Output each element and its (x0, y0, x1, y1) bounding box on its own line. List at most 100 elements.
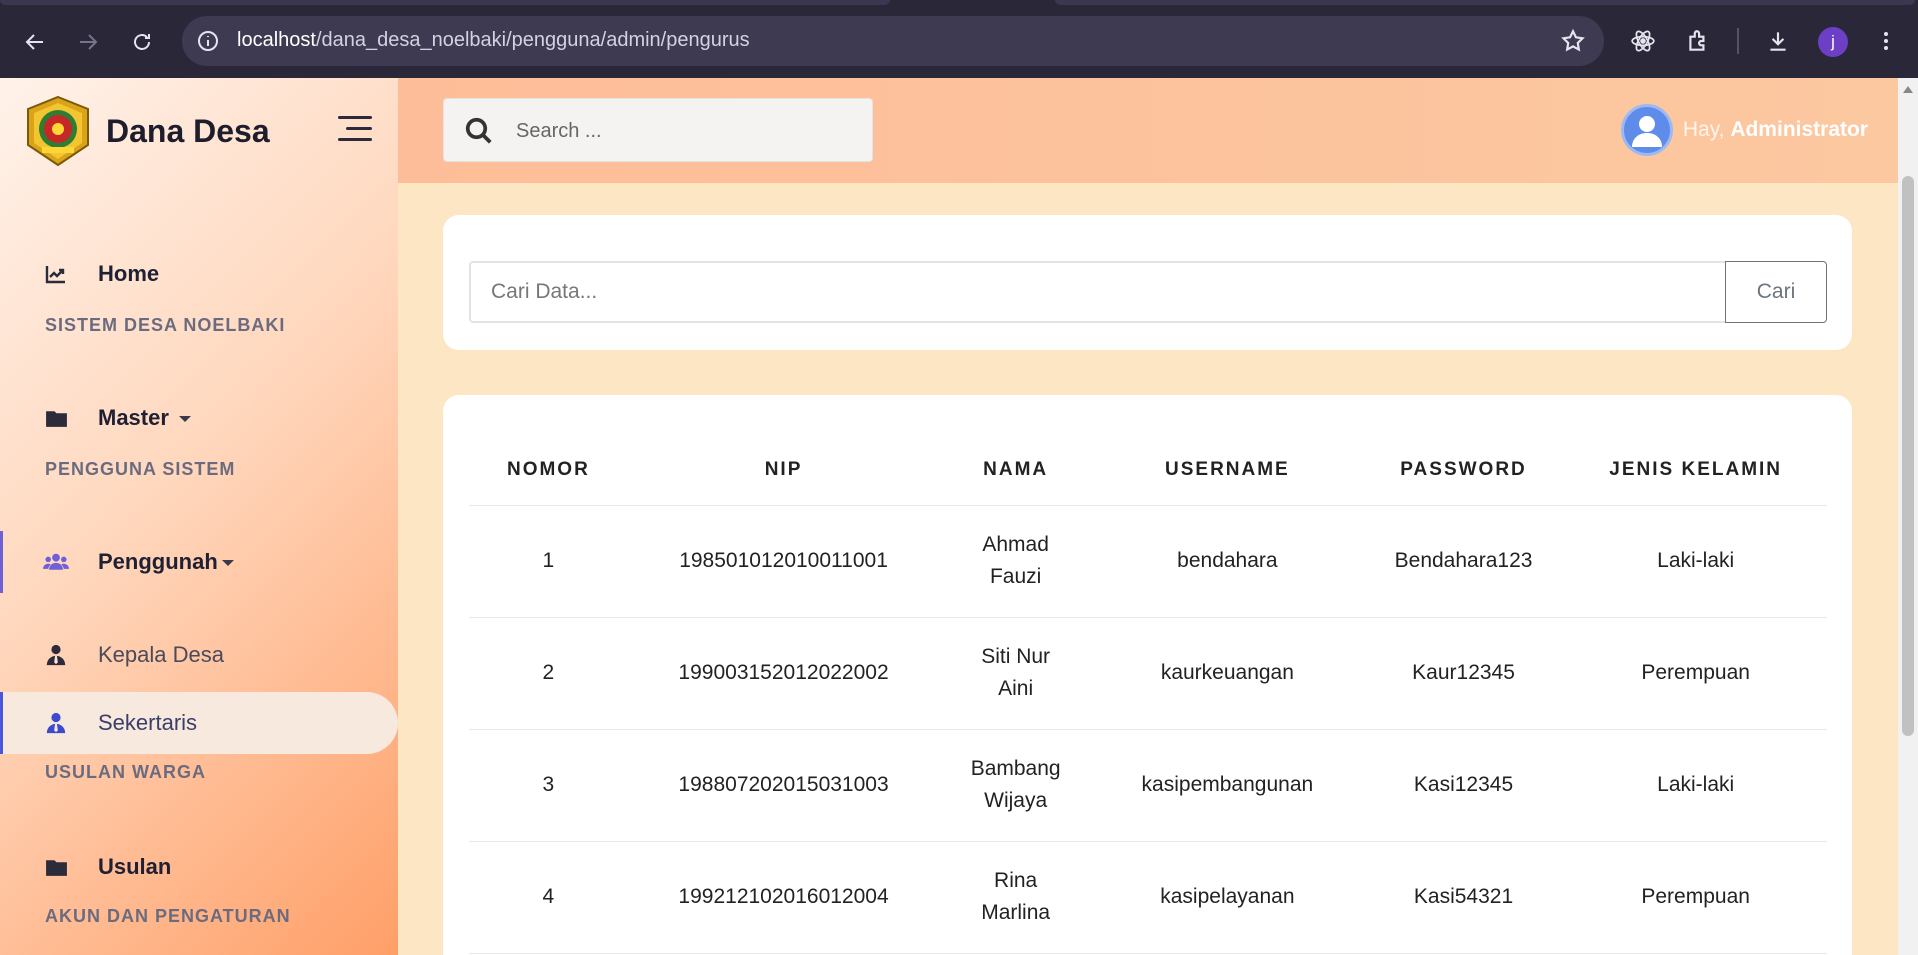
header: Hay, Administrator (398, 78, 1898, 183)
chevron-down-icon (222, 560, 234, 566)
header-search[interactable] (443, 98, 873, 162)
chevron-down-icon (179, 416, 191, 422)
profile-avatar[interactable]: j (1818, 27, 1848, 57)
cell-nip: 199212102016012004 (627, 841, 940, 954)
greeting: Hay, Administrator (1683, 118, 1868, 142)
cell-nama: Siti Nur Aini (939, 617, 1092, 730)
cell-username: bendahara (1091, 505, 1363, 618)
folder-icon (43, 854, 69, 880)
filter-card: Cari (443, 215, 1852, 350)
tab[interactable] (0, 0, 890, 5)
section-pengguna: PENGGUNA SISTEM (45, 459, 236, 479)
nama-text: Rina Marlina (981, 869, 1051, 924)
cell-password: Kaur12345 (1362, 617, 1565, 730)
search-icon (465, 117, 492, 144)
url-path: /dana_desa_noelbaki/pengguna/admin/pengu… (315, 29, 750, 51)
download-icon[interactable] (1762, 25, 1794, 57)
cell-jenis-kelamin: Laki-laki (1564, 729, 1827, 842)
sidebar-item-master[interactable]: Master (0, 387, 398, 449)
sidebar: Dana Desa Home SISTEM DESA NOELBAKI Mast… (0, 78, 398, 955)
tab-strip (0, 0, 1918, 6)
cell-nip: 199003152012022002 (627, 617, 940, 730)
nama-text: Bambang Wijaya (970, 757, 1061, 812)
cell-nomor: 1 (469, 505, 628, 618)
bookmark-star-icon[interactable] (1560, 28, 1586, 54)
reload-icon[interactable] (124, 24, 160, 60)
village-logo (27, 95, 89, 167)
cell-username: kasipelayanan (1091, 841, 1363, 954)
cell-jenis-kelamin: Laki-laki (1564, 505, 1827, 618)
nama-text: Siti Nur Aini (981, 645, 1051, 700)
cell-nomor: 4 (469, 841, 628, 954)
sidebar-item-label: Kepala Desa (98, 642, 224, 667)
address-bar[interactable]: localhost/dana_desa_noelbaki/pengguna/ad… (182, 16, 1604, 66)
more-menu-icon[interactable] (1870, 25, 1902, 57)
table-row: 3 198807202015031003 Bambang Wijaya kasi… (469, 729, 1827, 842)
user-name: Administrator (1730, 118, 1868, 141)
table-row: 2 199003152012022002 Siti Nur Aini kaurk… (469, 617, 1827, 730)
user-menu[interactable]: Hay, Administrator (1620, 104, 1868, 156)
sidebar-item-label: Home (98, 261, 160, 286)
user-avatar-icon[interactable] (1620, 104, 1673, 156)
brand[interactable]: Dana Desa (22, 95, 270, 167)
url-text[interactable]: localhost/dana_desa_noelbaki/pengguna/ad… (237, 29, 750, 52)
section-akun: AKUN DAN PENGATURAN (45, 906, 291, 926)
pengurus-table: NOMOR NIP NAMA USERNAME PASSWORD JENIS K… (469, 435, 1827, 954)
greeting-text: Hay, (1682, 118, 1725, 141)
folder-icon (43, 405, 69, 431)
header-password[interactable]: PASSWORD (1362, 435, 1565, 506)
back-icon[interactable] (17, 24, 53, 60)
cell-jenis-kelamin: Perempuan (1564, 617, 1827, 730)
header-username[interactable]: USERNAME (1091, 435, 1363, 506)
sidebar-item-label: Master (98, 405, 169, 430)
sidebar-item-penggunah[interactable]: Penggunah (0, 531, 398, 593)
cell-nomor: 2 (469, 617, 628, 730)
cell-password: Bendahara123 (1362, 505, 1565, 618)
brand-title: Dana Desa (106, 112, 270, 149)
sidebar-item-home[interactable]: Home (0, 243, 398, 305)
forward-icon[interactable] (70, 24, 106, 60)
user-tie-icon (43, 710, 69, 736)
search-input[interactable] (516, 113, 856, 149)
cari-button[interactable]: Cari (1725, 261, 1827, 323)
section-sistem: SISTEM DESA NOELBAKI (45, 315, 286, 335)
sidebar-item-sekertaris[interactable]: Sekertaris (0, 692, 398, 754)
extensions-icon[interactable] (1682, 25, 1714, 57)
cell-nama: Rina Marlina (939, 841, 1092, 954)
cell-nip: 198807202015031003 (627, 729, 940, 842)
url-host: localhost (237, 29, 316, 51)
cell-password: Kasi54321 (1362, 841, 1565, 954)
sidebar-item-kepala-desa[interactable]: Kepala Desa (0, 624, 398, 686)
header-jenis-kelamin[interactable]: JENIS KELAMIN (1564, 435, 1827, 506)
header-nomor[interactable]: NOMOR (469, 435, 628, 506)
cell-nomor: 3 (469, 729, 628, 842)
page-scrollbar[interactable] (1898, 78, 1918, 955)
user-tie-icon (43, 642, 69, 668)
scrollbar-thumb[interactable] (1902, 176, 1914, 736)
table-card: NOMOR NIP NAMA USERNAME PASSWORD JENIS K… (443, 395, 1852, 955)
header-nama[interactable]: NAMA (939, 435, 1092, 506)
sidebar-item-label: Usulan (98, 854, 172, 879)
sidebar-item-label: Sekertaris (98, 710, 198, 735)
table-row: 1 198501012010011001 Ahmad Fauzi bendaha… (469, 505, 1827, 618)
cell-nama: Ahmad Fauzi (939, 505, 1092, 618)
sidebar-item-usulan[interactable]: Usulan (0, 836, 398, 898)
cell-nama: Bambang Wijaya (939, 729, 1092, 842)
scroll-up-icon[interactable] (1903, 86, 1913, 93)
react-devtools-icon[interactable] (1627, 25, 1659, 57)
cell-password: Kasi12345 (1362, 729, 1565, 842)
cell-username: kaurkeuangan (1091, 617, 1363, 730)
users-icon (43, 549, 69, 575)
site-info-icon[interactable] (196, 29, 220, 53)
section-usulan: USULAN WARGA (45, 762, 206, 782)
sidebar-item-label: Penggunah (98, 549, 218, 574)
cell-nip: 198501012010011001 (627, 505, 940, 618)
table-row: 4 199212102016012004 Rina Marlina kasipe… (469, 841, 1827, 954)
browser-toolbar: localhost/dana_desa_noelbaki/pengguna/ad… (0, 0, 1918, 78)
nama-text: Ahmad Fauzi (982, 533, 1049, 588)
tab[interactable] (1055, 0, 1915, 5)
toolbar-divider (1737, 28, 1739, 54)
sidebar-toggle-icon[interactable] (338, 116, 372, 142)
header-nip[interactable]: NIP (627, 435, 940, 506)
data-search-input[interactable] (469, 261, 1727, 323)
